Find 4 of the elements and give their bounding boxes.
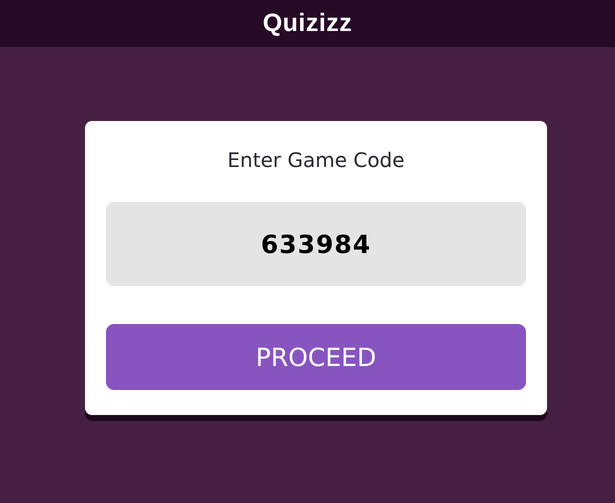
game-code-field[interactable]: 633984 xyxy=(106,202,526,286)
proceed-button[interactable]: PROCEED xyxy=(106,324,526,390)
logo[interactable]: Quizizz xyxy=(262,9,352,38)
card-title: Enter Game Code xyxy=(227,147,405,173)
